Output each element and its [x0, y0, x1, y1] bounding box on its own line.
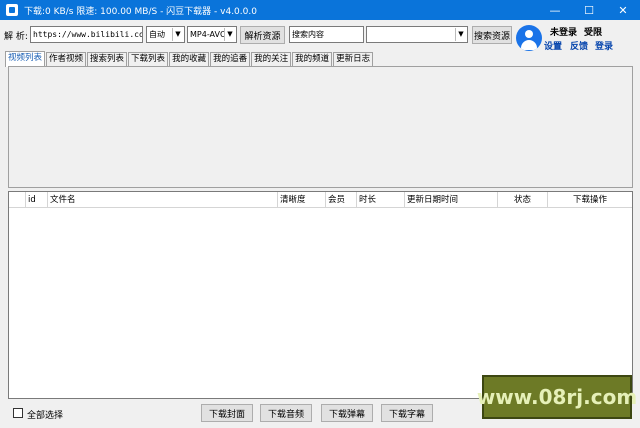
column-download-action[interactable]: 下载操作 — [548, 192, 632, 208]
search-type-select[interactable]: ▼ — [366, 26, 468, 43]
user-panel: 未登录 受限 设置 反馈 登录 — [516, 25, 636, 52]
parse-button[interactable]: 解析资源 — [240, 26, 285, 44]
tab-video-list[interactable]: 视频列表 — [5, 51, 46, 67]
privilege-status: 受限 — [584, 28, 603, 38]
download-subtitle-button[interactable]: 下载字幕 — [381, 404, 433, 422]
url-input[interactable]: https://www.bilibili.com/v — [30, 26, 143, 43]
column-id[interactable]: id — [26, 192, 48, 208]
chevron-down-icon: ▼ — [172, 28, 183, 41]
search-button[interactable]: 搜索资源 — [472, 26, 512, 44]
avatar-head-shape — [525, 30, 533, 38]
avatar-body-shape — [521, 40, 537, 50]
maximize-button[interactable]: ☐ — [572, 0, 606, 20]
column-filename[interactable]: 文件名 — [48, 192, 278, 208]
download-cover-button[interactable]: 下载封面 — [201, 404, 253, 422]
login-status: 未登录 — [550, 28, 578, 38]
settings-link[interactable]: 设置 — [544, 39, 562, 52]
column-checkbox[interactable] — [9, 192, 26, 208]
preview-panel — [8, 66, 633, 188]
column-vip[interactable]: 会员 — [326, 192, 357, 208]
format-select-value: MP4-AVC — [190, 30, 226, 39]
login-link[interactable]: 登录 — [595, 39, 613, 52]
chevron-down-icon: ▼ — [224, 28, 235, 41]
tab-author-videos[interactable]: 作者视频 — [46, 52, 87, 67]
tab-download-list[interactable]: 下载列表 — [128, 52, 169, 67]
format-select[interactable]: MP4-AVC ▼ — [187, 26, 237, 43]
file-table[interactable]: id 文件名 清晰度 会员 时长 更新日期时间 状态 下载操作 — [8, 191, 633, 399]
feedback-link[interactable]: 反馈 — [570, 39, 588, 52]
tab-my-channels[interactable]: 我的频道 — [292, 52, 333, 67]
chevron-down-icon: ▼ — [455, 28, 466, 41]
minimize-button[interactable]: — — [538, 0, 572, 20]
select-all-checkbox[interactable] — [13, 408, 23, 418]
quality-select-value: 自动 — [149, 30, 165, 39]
download-audio-button[interactable]: 下载音频 — [260, 404, 312, 422]
tab-my-favorites[interactable]: 我的收藏 — [169, 52, 210, 67]
toolbar: 解 析: https://www.bilibili.com/v 自动 ▼ MP4… — [0, 26, 520, 44]
window-controls: — ☐ ✕ — [538, 0, 640, 20]
title-bar: 下载:0 KB/s 限速: 100.00 MB/S - 闪豆下载器 - v4.0… — [0, 0, 640, 20]
select-all-label[interactable]: 全部选择 — [27, 408, 63, 421]
window-title: 下载:0 KB/s 限速: 100.00 MB/S - 闪豆下载器 - v4.0… — [24, 6, 257, 17]
quality-select[interactable]: 自动 ▼ — [146, 26, 185, 43]
tab-my-bangumi[interactable]: 我的追番 — [210, 52, 251, 67]
column-duration[interactable]: 时长 — [357, 192, 405, 208]
column-updated-at[interactable]: 更新日期时间 — [405, 192, 498, 208]
parse-label: 解 析: — [4, 32, 28, 42]
avatar[interactable] — [516, 25, 542, 51]
table-header: id 文件名 清晰度 会员 时长 更新日期时间 状态 下载操作 — [9, 192, 632, 208]
tab-my-follows[interactable]: 我的关注 — [251, 52, 292, 67]
app-icon — [6, 4, 18, 16]
column-status[interactable]: 状态 — [498, 192, 548, 208]
search-input[interactable]: 搜索内容 — [289, 26, 364, 43]
site-watermark: www.08rj.com — [477, 375, 637, 419]
download-danmaku-button[interactable]: 下载弹幕 — [321, 404, 373, 422]
close-button[interactable]: ✕ — [606, 0, 640, 20]
tab-search-list[interactable]: 搜索列表 — [87, 52, 128, 67]
column-quality[interactable]: 清晰度 — [278, 192, 326, 208]
tab-bar: 视频列表 作者视频 搜索列表 下载列表 我的收藏 我的追番 我的关注 我的频道 … — [5, 51, 374, 67]
tab-changelog[interactable]: 更新日志 — [333, 52, 374, 67]
